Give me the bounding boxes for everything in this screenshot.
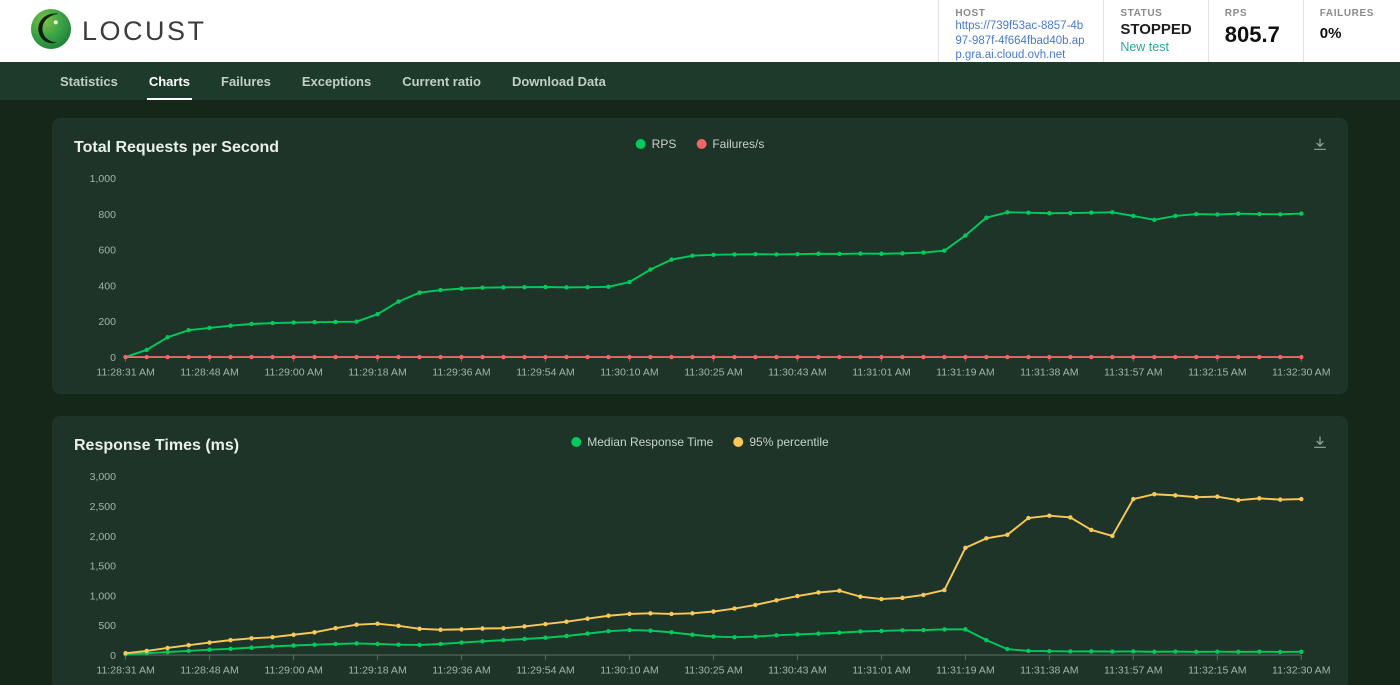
chart-panel: Total Requests per Second RPSFailures/s … [52,118,1348,394]
status-value: STOPPED [1120,21,1191,38]
chart-header: Total Requests per Second RPS Failures/s [66,133,1334,163]
host-label: HOST [955,8,1087,19]
svg-text:1,500: 1,500 [90,560,117,572]
tab-current-ratio[interactable]: Current ratio [400,62,483,100]
response-times-chart-plot: 0 500 1,000 1,500 2,000 2,500 3,000 11:28:31 AM… [66,461,1334,685]
legend-item[interactable]: 95% percentile [733,435,828,449]
svg-text:11:30:10 AM: 11:30:10 AM [600,664,658,676]
svg-text:11:32:30 AM: 11:32:30 AM [1272,366,1330,378]
tab-failures[interactable]: Failures [219,62,273,100]
tab-bar: Statistics Charts Failures Exceptions Curren… [0,62,1400,100]
legend-label: Failures/s [712,137,764,151]
chart-panel: Response Times (ms) Median Response Time… [52,416,1348,685]
svg-text:11:29:18 AM: 11:29:18 AM [348,664,406,676]
svg-text:11:31:57 AM: 11:31:57 AM [1104,366,1162,378]
rps-label: RPS [1225,8,1287,19]
svg-text:400: 400 [98,280,116,292]
svg-text:11:31:01 AM: 11:31:01 AM [852,366,910,378]
svg-text:11:29:54 AM: 11:29:54 AM [516,366,574,378]
svg-text:11:31:19 AM: 11:31:19 AM [936,366,994,378]
rps-panel: RPS 805.7 [1208,0,1303,62]
svg-text:11:29:36 AM: 11:29:36 AM [432,664,490,676]
status-label: STATUS [1120,8,1191,19]
download-icon [1312,141,1328,156]
tab-charts[interactable]: Charts [147,62,192,100]
svg-text:11:28:31 AM: 11:28:31 AM [96,366,154,378]
failures-panel: FAILURES 0% [1303,0,1390,62]
legend-item[interactable]: RPS [636,137,677,151]
top-header: LOCUST HOST https://739f53ac-8857-4b97-9… [0,0,1400,62]
tab-exceptions[interactable]: Exceptions [300,62,373,100]
rps-value: 805.7 [1225,22,1287,48]
legend-dot-icon [733,437,743,447]
legend-item[interactable]: Failures/s [696,137,764,151]
tab-download-data[interactable]: Download Data [510,62,608,100]
svg-text:11:30:25 AM: 11:30:25 AM [684,366,742,378]
svg-text:11:28:48 AM: 11:28:48 AM [180,664,238,676]
status-panel: STATUS STOPPED New test [1103,0,1207,62]
svg-text:1,000: 1,000 [90,590,117,602]
svg-text:11:32:15 AM: 11:32:15 AM [1188,664,1246,676]
svg-text:11:28:48 AM: 11:28:48 AM [180,366,238,378]
svg-text:1,000: 1,000 [90,173,117,185]
svg-text:11:31:01 AM: 11:31:01 AM [852,664,910,676]
legend-item[interactable]: Median Response Time [571,435,713,449]
svg-text:11:29:36 AM: 11:29:36 AM [432,366,490,378]
legend-label: 95% percentile [749,435,828,449]
svg-text:800: 800 [98,209,116,221]
legend-dot-icon [636,139,646,149]
svg-text:11:32:15 AM: 11:32:15 AM [1188,366,1246,378]
svg-text:11:31:38 AM: 11:31:38 AM [1020,664,1078,676]
svg-text:11:30:43 AM: 11:30:43 AM [768,366,826,378]
download-chart-button[interactable] [1308,133,1332,160]
locust-logo-icon [30,8,72,55]
svg-text:11:29:18 AM: 11:29:18 AM [348,366,406,378]
failures-value: 0% [1320,25,1374,42]
svg-text:11:32:30 AM: 11:32:30 AM [1272,664,1330,676]
svg-text:200: 200 [98,316,116,328]
legend-dot-icon [571,437,581,447]
legend-label: RPS [652,137,677,151]
svg-text:11:29:00 AM: 11:29:00 AM [264,366,322,378]
brand-wordmark: LOCUST [82,16,207,47]
chart-legend: Median Response Time 95% percentile [571,435,828,449]
failures-label: FAILURES [1320,8,1374,19]
download-chart-button[interactable] [1308,431,1332,458]
svg-text:0: 0 [110,650,116,662]
chart-legend: RPS Failures/s [636,137,765,151]
svg-text:11:29:54 AM: 11:29:54 AM [516,664,574,676]
main-content: Total Requests per Second RPSFailures/s … [0,100,1400,685]
rps-chart-plot: 0 200 400 600 800 1,000 11:28:31 AM 11:28:48 AM… [66,163,1334,390]
chart-header: Response Times (ms) Median Response Time… [66,431,1334,461]
legend-label: Median Response Time [587,435,713,449]
chart-title: Total Requests per Second [66,139,279,157]
svg-text:11:31:57 AM: 11:31:57 AM [1104,664,1162,676]
svg-text:500: 500 [98,620,116,632]
svg-text:11:28:31 AM: 11:28:31 AM [96,664,154,676]
host-url-link[interactable]: https://739f53ac-8857-4b97-987f-4f664fba… [955,19,1087,62]
svg-text:11:30:10 AM: 11:30:10 AM [600,366,658,378]
svg-text:11:30:43 AM: 11:30:43 AM [768,664,826,676]
svg-text:11:31:38 AM: 11:31:38 AM [1020,366,1078,378]
locust-app: LOCUST HOST https://739f53ac-8857-4b97-9… [0,0,1400,685]
svg-text:600: 600 [98,245,116,257]
svg-text:11:29:00 AM: 11:29:00 AM [264,664,322,676]
svg-text:11:30:25 AM: 11:30:25 AM [684,664,742,676]
svg-text:3,000: 3,000 [90,471,117,483]
svg-text:2,000: 2,000 [90,530,117,542]
svg-text:11:31:19 AM: 11:31:19 AM [936,664,994,676]
chart-title: Response Times (ms) [66,437,239,455]
download-icon [1312,439,1328,454]
header-stats: HOST https://739f53ac-8857-4b97-987f-4f6… [938,0,1400,62]
svg-text:0: 0 [110,352,116,364]
brand: LOCUST [30,8,207,55]
host-panel: HOST https://739f53ac-8857-4b97-987f-4f6… [938,0,1103,62]
new-test-link[interactable]: New test [1120,40,1191,54]
svg-text:2,500: 2,500 [90,501,117,513]
tab-statistics[interactable]: Statistics [58,62,120,100]
legend-dot-icon [696,139,706,149]
